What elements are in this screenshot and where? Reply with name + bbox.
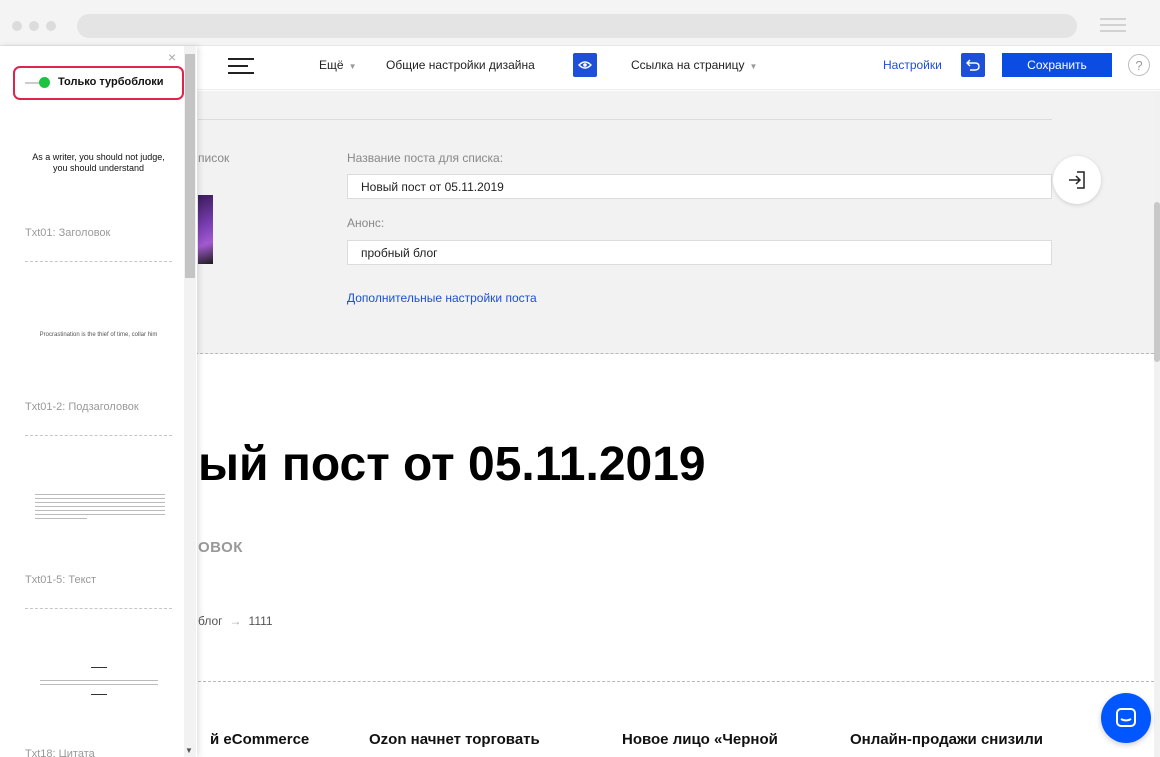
template-name[interactable]: Txt01-2: Подзаголовок [25, 401, 139, 413]
window-dot-icon [46, 21, 56, 31]
toggle-knob [39, 77, 50, 88]
undo-button[interactable] [961, 53, 985, 77]
divider [198, 681, 1154, 682]
breadcrumb: блог → 1111 [198, 614, 273, 628]
post-subtitle: ОВОК [198, 539, 243, 556]
template-preview[interactable] [25, 667, 172, 695]
window-dot-icon [29, 21, 39, 31]
scroll-down-arrow-icon[interactable]: ▼ [185, 746, 193, 755]
scrollbar-thumb[interactable] [1154, 202, 1160, 362]
chat-widget-button[interactable] [1101, 693, 1151, 743]
template-name[interactable]: Txt01-5: Текст [25, 574, 96, 586]
help-button[interactable]: ? [1128, 54, 1150, 76]
toggle-label: Только турбоблоки [58, 76, 164, 88]
eye-icon [578, 61, 592, 69]
arrow-right-icon: → [229, 614, 242, 628]
news-link[interactable]: Ozon начнет торговать [369, 731, 540, 748]
announce-input[interactable]: пробный блог [347, 240, 1052, 265]
template-preview[interactable]: As a writer, you should not judge, you s… [25, 152, 172, 174]
caret-down-icon: ▼ [348, 62, 357, 71]
browser-bar [0, 0, 1160, 46]
turbo-blocks-toggle[interactable]: Только турбоблоки [13, 66, 184, 100]
announce-field-label: Анонс: [347, 216, 385, 230]
close-icon[interactable]: × [168, 50, 182, 64]
news-link[interactable]: Онлайн-продажи снизили [850, 731, 1043, 748]
caret-down-icon: ▼ [749, 62, 758, 71]
quote-line [90, 667, 107, 668]
template-name[interactable]: Txt18: Цитата [25, 748, 95, 757]
breadcrumb-item[interactable]: блог [198, 614, 223, 628]
news-link[interactable]: й eCommerce [210, 731, 309, 748]
exit-icon [1069, 171, 1085, 189]
window-dot-icon [12, 21, 22, 31]
post-thumbnail-image[interactable] [198, 195, 213, 264]
quote-text-lines [39, 680, 158, 685]
more-menu[interactable]: Ещё ▼ [319, 58, 356, 72]
browser-menu-icon[interactable] [1100, 18, 1126, 32]
preview-button[interactable] [573, 53, 597, 77]
template-preview[interactable] [35, 494, 165, 522]
undo-icon [966, 59, 980, 71]
template-separator [25, 435, 172, 436]
template-separator [25, 261, 172, 262]
exit-settings-button[interactable] [1053, 156, 1101, 204]
block-library-panel: × Только турбоблоки As a writer, you sho… [0, 46, 197, 757]
post-title: ый пост от 05.11.2019 [198, 438, 706, 491]
more-menu-label: Ещё [319, 58, 344, 72]
quote-line [90, 694, 107, 695]
news-link[interactable]: Новое лицо «Черной [622, 731, 778, 748]
main-menu-icon[interactable] [228, 58, 254, 76]
address-bar[interactable] [77, 14, 1077, 38]
breadcrumb-item[interactable]: 1111 [249, 614, 273, 628]
page-link-label: Ссылка на страницу [631, 58, 745, 72]
save-button[interactable]: Сохранить [1002, 53, 1112, 77]
more-post-settings-link[interactable]: Дополнительные настройки поста [347, 291, 537, 305]
template-separator [25, 608, 172, 609]
scrollbar-thumb[interactable] [185, 54, 195, 278]
divider [198, 119, 1052, 120]
panel-scrollbar[interactable]: ▼ [184, 46, 196, 757]
template-name[interactable]: Txt01: Заголовок [25, 227, 110, 239]
chat-icon [1116, 708, 1136, 727]
page-scrollbar[interactable] [1154, 91, 1160, 757]
settings-link[interactable]: Настройки [883, 58, 942, 72]
page-link-menu[interactable]: Ссылка на страницу ▼ [631, 58, 757, 72]
post-title-input[interactable]: Новый пост от 05.11.2019 [347, 174, 1052, 199]
template-preview[interactable]: Procrastination is the thief of time, co… [25, 332, 172, 338]
design-settings-link[interactable]: Общие настройки дизайна [386, 58, 535, 72]
title-field-label: Название поста для списка: [347, 151, 504, 165]
list-image-label: писок [198, 151, 230, 165]
